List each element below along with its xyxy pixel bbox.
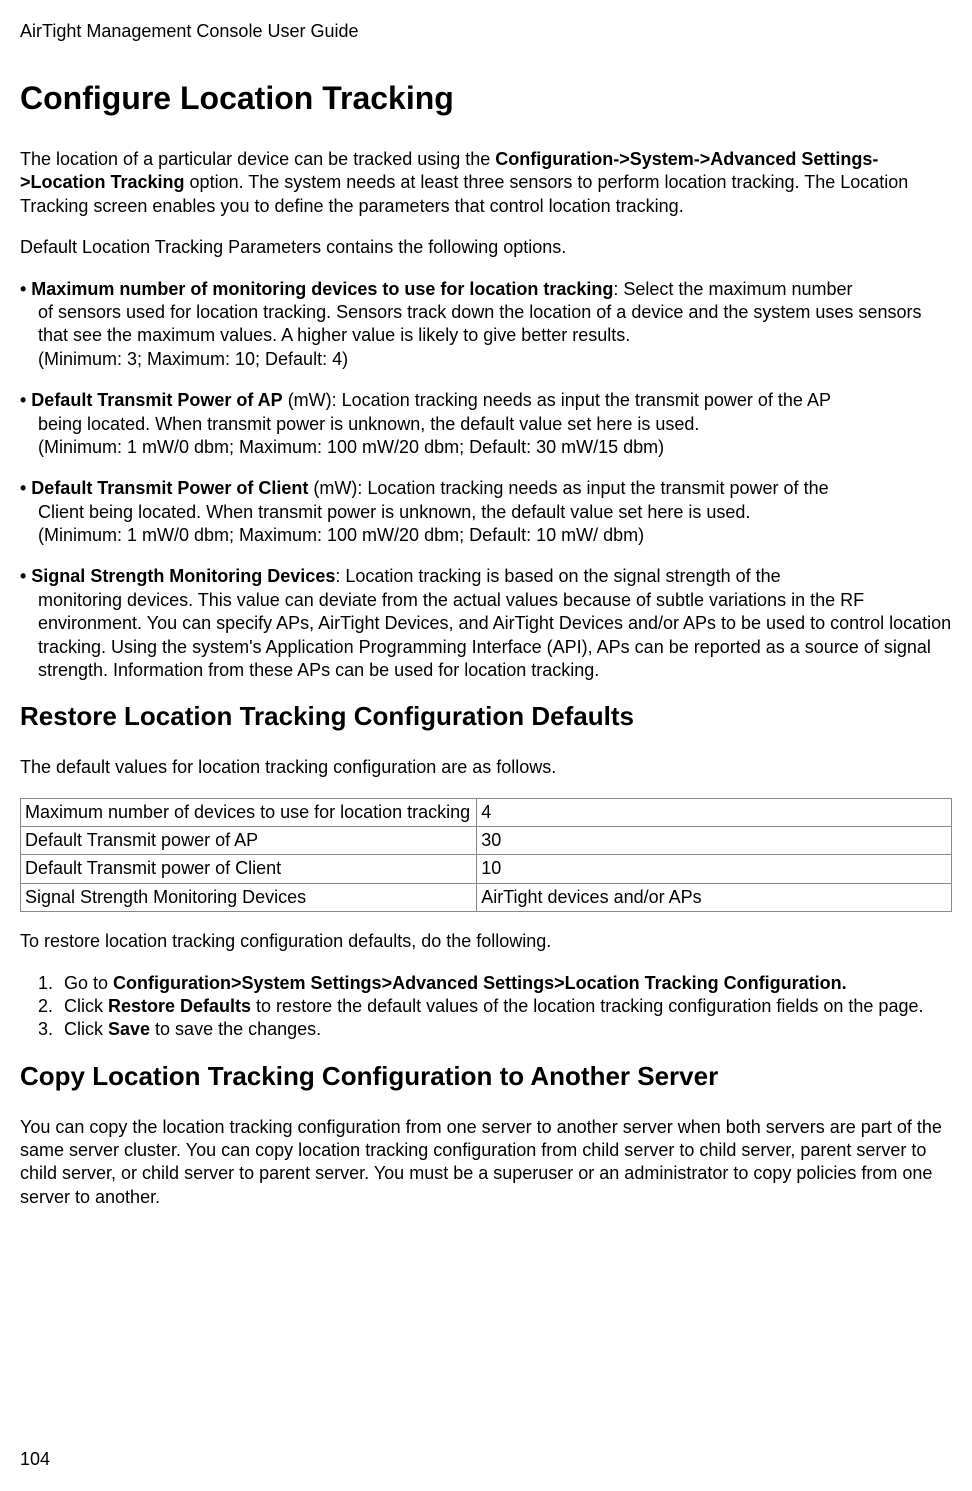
bullet-lead-rest: : Location tracking is based on the sign…: [335, 566, 780, 586]
table-cell-value: 10: [477, 855, 952, 883]
bullet-indent-text: being located. When transmit power is un…: [20, 413, 952, 460]
document-header-title: AirTight Management Console User Guide: [20, 20, 952, 43]
step-pre-text: Click: [64, 1019, 108, 1039]
bullet-indent-text: monitoring devices. This value can devia…: [20, 589, 952, 683]
step-bold-text: Save: [108, 1019, 150, 1039]
bullet-lead-bold: • Default Transmit Power of Client: [20, 478, 308, 498]
bullet-first-line: • Default Transmit Power of AP (mW): Loc…: [20, 389, 952, 412]
copy-config-paragraph: You can copy the location tracking confi…: [20, 1116, 952, 1210]
bullet-lead-rest: (mW): Location tracking needs as input t…: [283, 390, 831, 410]
defaults-table: Maximum number of devices to use for loc…: [20, 798, 952, 913]
table-row: Maximum number of devices to use for loc…: [21, 798, 952, 826]
table-cell-label: Default Transmit power of Client: [21, 855, 477, 883]
intro-paragraph-1: The location of a particular device can …: [20, 148, 952, 218]
step-pre-text: Go to: [64, 973, 113, 993]
list-item: Click Save to save the changes.: [58, 1018, 952, 1041]
bullet-first-line: • Default Transmit Power of Client (mW):…: [20, 477, 952, 500]
table-row: Default Transmit power of AP 30: [21, 826, 952, 854]
restore-intro-paragraph: The default values for location tracking…: [20, 756, 952, 779]
bullet-item: • Default Transmit Power of AP (mW): Loc…: [20, 389, 952, 459]
bullet-item: • Maximum number of monitoring devices t…: [20, 278, 952, 372]
table-cell-label: Signal Strength Monitoring Devices: [21, 883, 477, 911]
bullet-indent-text: Client being located. When transmit powe…: [20, 501, 952, 548]
bullet-first-line: • Maximum number of monitoring devices t…: [20, 278, 952, 301]
step-bold-text: Restore Defaults: [108, 996, 251, 1016]
bullet-item: • Signal Strength Monitoring Devices: Lo…: [20, 565, 952, 682]
page-heading-h1: Configure Location Tracking: [20, 78, 952, 120]
table-row: Default Transmit power of Client 10: [21, 855, 952, 883]
table-cell-value: 4: [477, 798, 952, 826]
step-post-text: to save the changes.: [150, 1019, 321, 1039]
restore-steps-intro: To restore location tracking configurati…: [20, 930, 952, 953]
bullet-lead-bold: • Default Transmit Power of AP: [20, 390, 283, 410]
bullet-lead-bold: • Maximum number of monitoring devices t…: [20, 279, 613, 299]
step-pre-text: Click: [64, 996, 108, 1016]
table-cell-value: 30: [477, 826, 952, 854]
step-post-text: to restore the default values of the loc…: [251, 996, 923, 1016]
bullet-lead-rest: (mW): Location tracking needs as input t…: [308, 478, 828, 498]
heading-restore-defaults: Restore Location Tracking Configuration …: [20, 700, 952, 734]
table-cell-label: Maximum number of devices to use for loc…: [21, 798, 477, 826]
bullet-lead-bold: • Signal Strength Monitoring Devices: [20, 566, 335, 586]
step-bold-text: Configuration>System Settings>Advanced S…: [113, 973, 847, 993]
bullet-first-line: • Signal Strength Monitoring Devices: Lo…: [20, 565, 952, 588]
table-cell-value: AirTight devices and/or APs: [477, 883, 952, 911]
table-cell-label: Default Transmit power of AP: [21, 826, 477, 854]
list-item: Go to Configuration>System Settings>Adva…: [58, 972, 952, 995]
restore-steps-list: Go to Configuration>System Settings>Adva…: [20, 972, 952, 1042]
list-item: Click Restore Defaults to restore the de…: [58, 995, 952, 1018]
bullet-item: • Default Transmit Power of Client (mW):…: [20, 477, 952, 547]
intro-text-part1: The location of a particular device can …: [20, 149, 495, 169]
bullet-lead-rest: : Select the maximum number: [613, 279, 852, 299]
page-number: 104: [20, 1448, 50, 1471]
intro-paragraph-2: Default Location Tracking Parameters con…: [20, 236, 952, 259]
bullet-indent-text: of sensors used for location tracking. S…: [20, 301, 952, 371]
heading-copy-config: Copy Location Tracking Configuration to …: [20, 1060, 952, 1094]
table-row: Signal Strength Monitoring Devices AirTi…: [21, 883, 952, 911]
